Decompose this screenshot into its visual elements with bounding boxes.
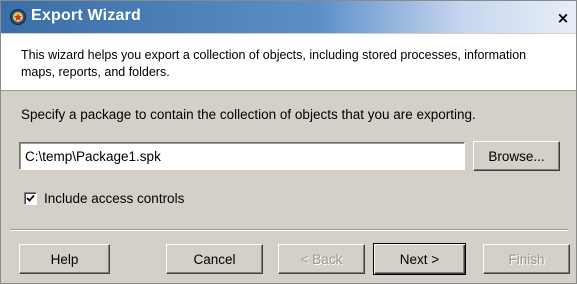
close-button[interactable]: × bbox=[554, 9, 572, 27]
help-button[interactable]: Help bbox=[19, 244, 110, 274]
intro-panel: This wizard helps you export a collectio… bbox=[1, 34, 576, 91]
wizard-app-icon bbox=[10, 9, 26, 25]
next-button[interactable]: Next > bbox=[373, 243, 466, 275]
include-access-controls-option[interactable]: Include access controls bbox=[24, 189, 184, 207]
package-path-input[interactable] bbox=[19, 142, 465, 170]
checkmark-icon bbox=[26, 194, 35, 202]
title-bar[interactable]: Export Wizard × bbox=[1, 1, 576, 33]
include-access-controls-checkbox[interactable] bbox=[24, 191, 37, 205]
window-title: Export Wizard bbox=[31, 7, 142, 24]
back-button[interactable]: < Back bbox=[278, 244, 365, 274]
cancel-button[interactable]: Cancel bbox=[166, 244, 263, 274]
export-wizard-dialog: Export Wizard × This wizard helps you ex… bbox=[0, 0, 577, 284]
finish-button[interactable]: Finish bbox=[483, 244, 570, 274]
intro-text: This wizard helps you export a collectio… bbox=[21, 48, 527, 79]
package-instruction: Specify a package to contain the collect… bbox=[21, 107, 476, 122]
include-access-controls-label: Include access controls bbox=[44, 190, 185, 206]
button-separator bbox=[10, 229, 568, 231]
browse-button[interactable]: Browse... bbox=[473, 141, 560, 171]
